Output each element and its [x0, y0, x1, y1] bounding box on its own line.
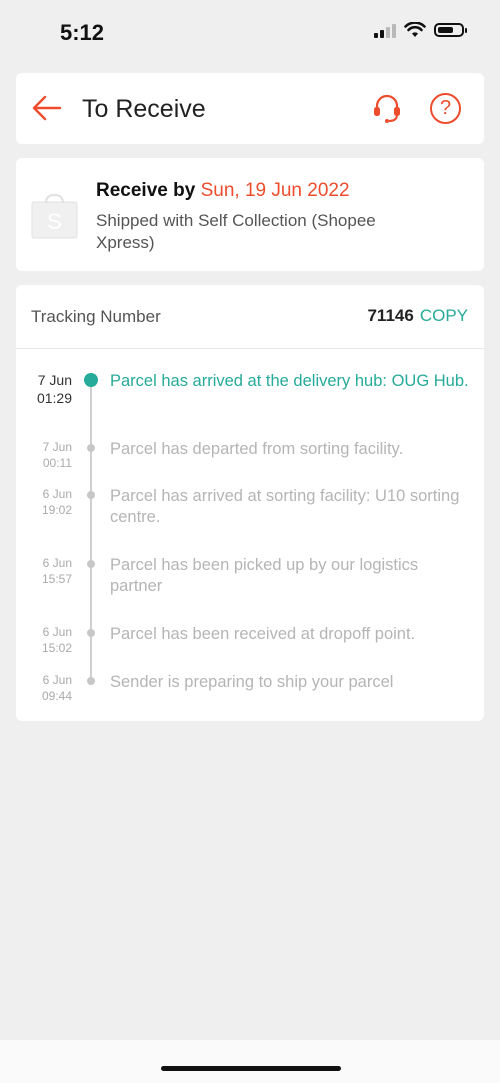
- event-time: 19:02: [41, 503, 72, 517]
- tracking-number-label: Tracking Number: [31, 307, 161, 326]
- timeline-dot: [87, 677, 95, 685]
- event-description: Parcel has been picked up by our logisti…: [110, 556, 419, 595]
- timeline-dot-active: [84, 373, 98, 387]
- shopee-bag-icon: S: [31, 193, 78, 239]
- event-time: 15:02: [41, 641, 72, 655]
- bottom-safe-area: [0, 1040, 500, 1083]
- tracking-number: 71146: [367, 306, 414, 325]
- page-title: To Receive: [82, 95, 206, 123]
- headset-icon[interactable]: [371, 92, 403, 124]
- home-indicator[interactable]: [161, 1066, 341, 1071]
- status-icons: [374, 22, 467, 38]
- event-description: Parcel has arrived at the delivery hub: …: [110, 372, 469, 390]
- timeline-dot: [87, 491, 95, 499]
- event-description: Parcel has been received at dropoff poin…: [110, 625, 416, 643]
- event-datetime: 6 Jun 19:02: [16, 486, 72, 518]
- receive-by-line: Receive by Sun, 19 Jun 2022: [96, 180, 350, 202]
- page-header: To Receive ?: [16, 73, 484, 144]
- event-time: 09:44: [41, 689, 72, 703]
- timeline-dot: [87, 629, 95, 637]
- event-day: 6 Jun: [42, 487, 72, 501]
- tracking-card: Tracking Number 71146 COPY 7 Jun 01:29 P…: [16, 285, 484, 721]
- status-bar: 5:12: [0, 0, 500, 66]
- copy-button[interactable]: COPY: [420, 306, 468, 326]
- signal-icon: [374, 22, 396, 38]
- event-day: 7 Jun: [37, 372, 72, 388]
- event-day: 6 Jun: [42, 673, 72, 687]
- event-description: Parcel has departed from sorting facilit…: [110, 440, 404, 458]
- question-circle-icon[interactable]: ?: [430, 93, 461, 124]
- shipping-method: Shipped with Self Collection (Shopee Xpr…: [96, 211, 376, 252]
- event-datetime: 6 Jun 15:02: [16, 624, 72, 656]
- event-datetime: 6 Jun 15:57: [16, 555, 72, 587]
- event-day: 6 Jun: [42, 556, 72, 570]
- wifi-icon: [404, 22, 426, 37]
- tracking-number-group: 71146 COPY: [367, 306, 468, 326]
- event-description: Parcel has arrived at sorting facility: …: [110, 487, 460, 526]
- event-datetime: 7 Jun 01:29: [16, 371, 72, 407]
- event-day: 7 Jun: [42, 440, 72, 454]
- timeline-dot: [87, 560, 95, 568]
- delivery-info-card: S Receive by Sun, 19 Jun 2022 Shipped wi…: [16, 158, 484, 271]
- timeline-dot: [87, 444, 95, 452]
- event-time: 15:57: [41, 572, 72, 586]
- status-time: 5:12: [60, 20, 105, 45]
- event-description: Sender is preparing to ship your parcel: [110, 673, 394, 691]
- receive-prefix: Receive by: [96, 180, 196, 201]
- battery-icon: [434, 23, 467, 37]
- shop-icon-letter: S: [47, 209, 62, 234]
- arrow-left-icon[interactable]: [32, 95, 62, 121]
- event-day: 6 Jun: [42, 625, 72, 639]
- event-time: 00:11: [42, 456, 72, 470]
- event-time: 01:29: [36, 390, 72, 406]
- event-datetime: 6 Jun 09:44: [16, 672, 72, 704]
- tracking-number-row: Tracking Number 71146 COPY: [16, 285, 484, 349]
- receive-date: Sun, 19 Jun 2022: [200, 180, 350, 201]
- event-datetime: 7 Jun 00:11: [16, 439, 72, 471]
